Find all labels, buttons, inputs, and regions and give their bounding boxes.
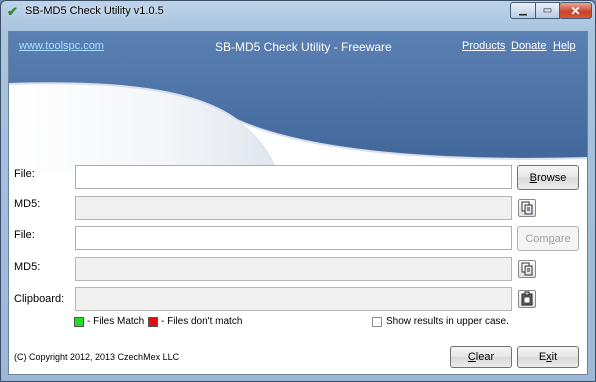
uppercase-checkbox[interactable] <box>372 317 382 327</box>
exit-button[interactable]: Ex it <box>517 346 579 368</box>
md5-1-output[interactable] <box>75 196 512 220</box>
clipboard-output[interactable] <box>75 287 512 311</box>
md5-1-label: MD5: <box>14 198 41 210</box>
md5-2-output[interactable] <box>75 257 512 281</box>
uppercase-label[interactable]: Show results in upper case. <box>386 316 509 327</box>
copy-icon <box>521 262 533 276</box>
header-banner: www.toolspc.com SB-MD5 Check Utility - F… <box>9 32 587 172</box>
file1-label: File: <box>14 168 35 180</box>
close-button[interactable]: ✕ <box>559 2 592 19</box>
paste-icon <box>521 291 533 306</box>
compare-label-rest: are <box>554 232 571 245</box>
copy-md5-1-button[interactable] <box>518 199 536 217</box>
maximize-icon: ▭ <box>542 5 553 16</box>
minimize-button[interactable]: ▁ <box>510 2 536 19</box>
products-link[interactable]: Products <box>462 40 505 52</box>
file2-label: File: <box>14 229 35 241</box>
window-title: SB-MD5 Check Utility v1.0.5 <box>25 5 164 17</box>
files-match-legend: - Files Match <box>87 316 145 327</box>
maximize-button[interactable]: ▭ <box>535 2 560 19</box>
copy-md5-2-button[interactable] <box>518 260 536 278</box>
paste-clipboard-button[interactable] <box>518 290 536 308</box>
app-window: ✔ SB-MD5 Check Utility v1.0.5 ▁ ▭ ✕ www.… <box>0 0 596 382</box>
browse-mnemonic: B <box>529 171 537 184</box>
exit-label-pre: E <box>538 351 547 363</box>
banner-title: SB-MD5 Check Utility - Freeware <box>215 40 392 54</box>
help-link[interactable]: Help <box>553 40 576 52</box>
website-link[interactable]: www.toolspc.com <box>19 40 104 52</box>
files-nomatch-legend: - Files don't match <box>161 316 243 327</box>
clipboard-label: Clipboard: <box>14 293 65 305</box>
compare-label-pre: Com <box>525 232 549 245</box>
exit-label-rest: it <box>551 351 558 363</box>
copyright-text: (C) Copyright 2012, 2013 CzechMex LLC <box>14 352 180 362</box>
files-nomatch-swatch <box>148 317 158 327</box>
file2-input[interactable] <box>75 226 512 250</box>
file1-input[interactable] <box>75 165 512 189</box>
check-icon: ✔ <box>7 4 18 19</box>
client-area: www.toolspc.com SB-MD5 Check Utility - F… <box>8 31 588 375</box>
title-bar[interactable]: ✔ SB-MD5 Check Utility v1.0.5 ▁ ▭ ✕ <box>1 1 595 23</box>
copy-icon <box>521 201 533 215</box>
close-icon: ✕ <box>570 3 581 18</box>
files-match-swatch <box>74 317 84 327</box>
browse-button[interactable]: Browse <box>517 165 579 190</box>
donate-link[interactable]: Donate <box>511 40 546 52</box>
compare-button[interactable]: Com p are <box>517 226 579 251</box>
md5-2-label: MD5: <box>14 261 41 273</box>
clear-button[interactable]: Clear <box>450 346 512 368</box>
browse-label: rowse <box>537 171 567 184</box>
clear-label: lear <box>475 351 495 363</box>
minimize-icon: ▁ <box>519 5 527 16</box>
clear-mnemonic: C <box>467 351 476 363</box>
